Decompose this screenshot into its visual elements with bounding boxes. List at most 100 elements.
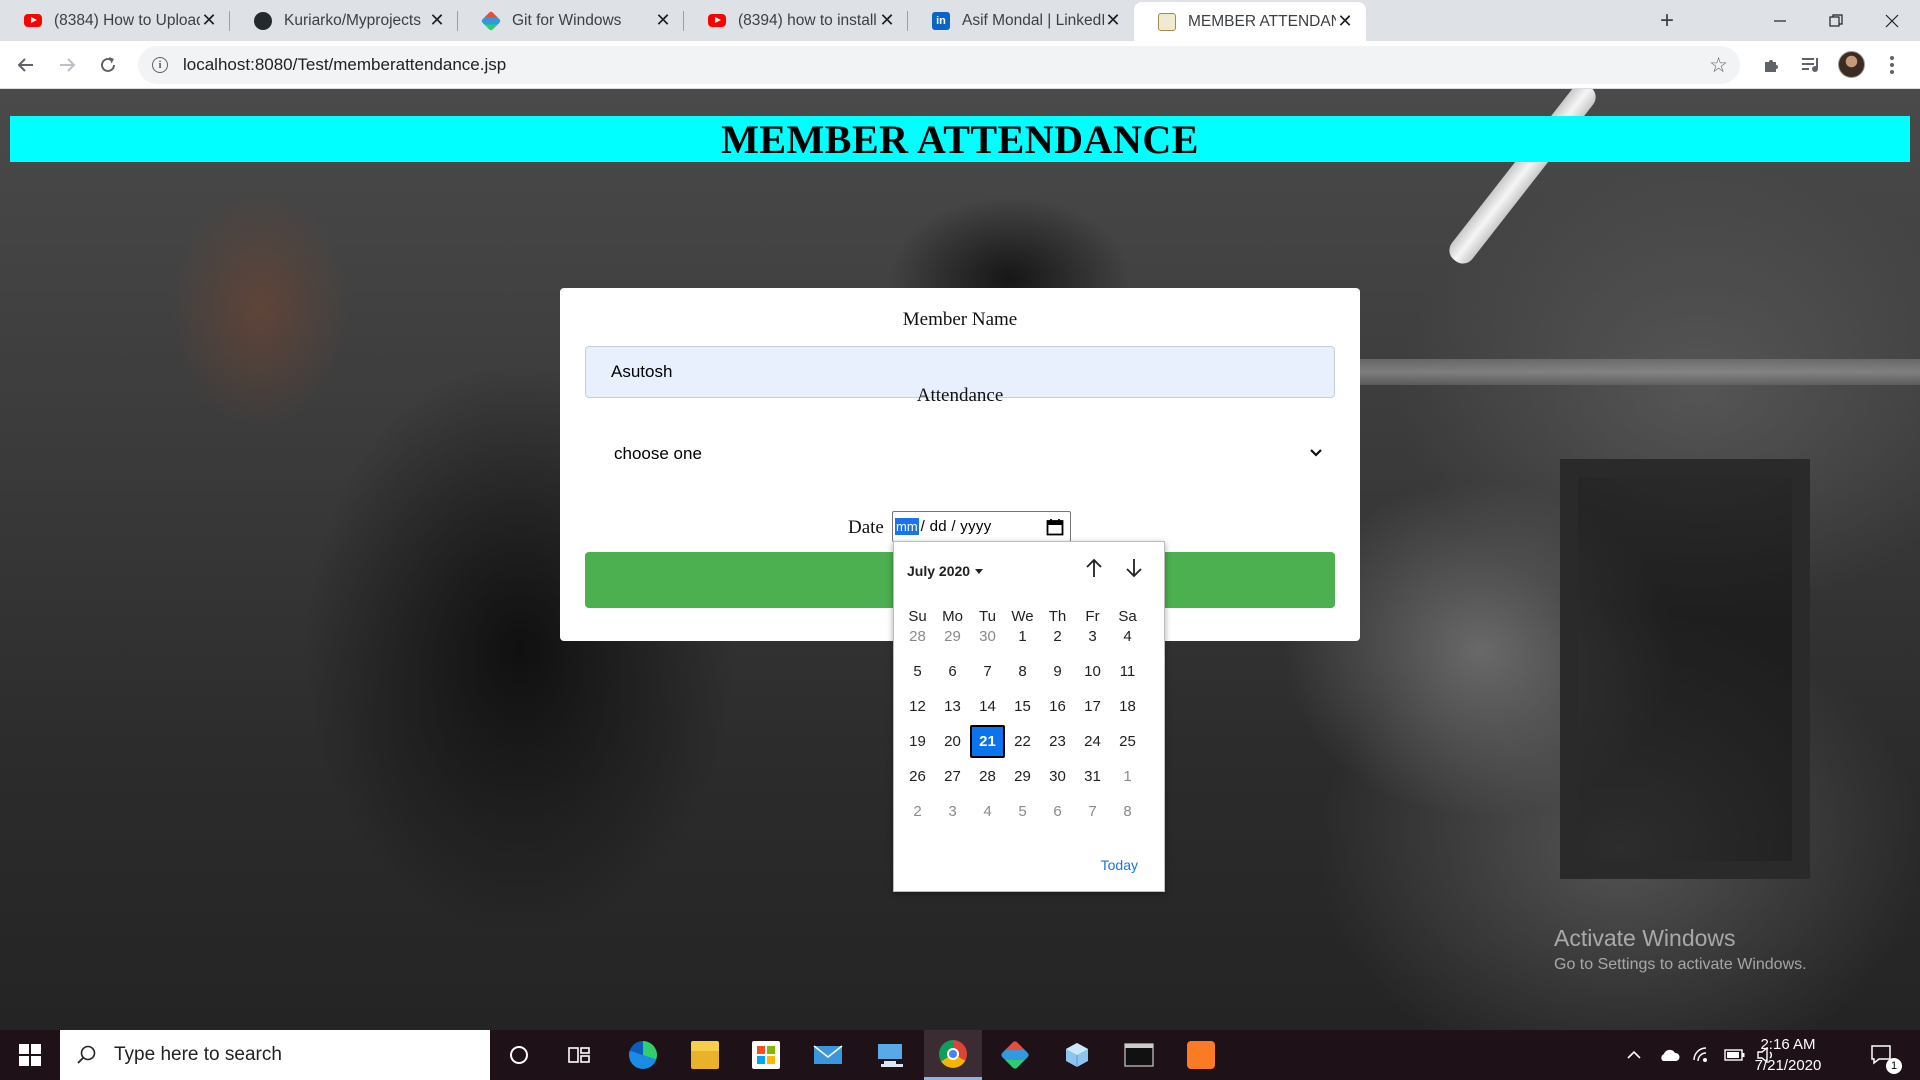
- tab-github[interactable]: Kuriarko/Myprojects ✕: [230, 0, 458, 41]
- close-window-button[interactable]: [1864, 0, 1920, 41]
- close-icon[interactable]: ✕: [428, 10, 446, 30]
- git-taskbar-app[interactable]: [986, 1030, 1044, 1080]
- calendar-day[interactable]: 10: [1075, 655, 1110, 688]
- store-taskbar-app[interactable]: [737, 1030, 795, 1080]
- bookmark-star-icon[interactable]: ☆: [1709, 53, 1728, 78]
- battery-icon[interactable]: [1724, 1048, 1746, 1062]
- calendar-day[interactable]: 20: [935, 725, 970, 758]
- calendar-day[interactable]: 16: [1040, 690, 1075, 723]
- tab-git-for-windows[interactable]: Git for Windows ✕: [458, 0, 684, 41]
- calendar-day[interactable]: 5: [1005, 795, 1040, 828]
- calendar-day[interactable]: 3: [935, 795, 970, 828]
- calendar-day[interactable]: 29: [935, 620, 970, 653]
- new-tab-button[interactable]: +: [1652, 6, 1682, 36]
- calendar-day[interactable]: 6: [935, 655, 970, 688]
- close-icon[interactable]: ✕: [654, 10, 672, 30]
- remote-desktop-taskbar-app[interactable]: [862, 1030, 920, 1080]
- calendar-day[interactable]: 30: [1040, 760, 1075, 793]
- calendar-day[interactable]: 17: [1075, 690, 1110, 723]
- task-view-button[interactable]: [550, 1030, 608, 1080]
- start-button[interactable]: [0, 1030, 60, 1080]
- address-bar[interactable]: i localhost:8080/Test/memberattendance.j…: [138, 46, 1740, 84]
- calendar-day[interactable]: 31: [1075, 760, 1110, 793]
- calendar-day[interactable]: 13: [935, 690, 970, 723]
- 3d-viewer-taskbar-app[interactable]: [1048, 1030, 1106, 1080]
- calendar-day[interactable]: 7: [1075, 795, 1110, 828]
- restore-button[interactable]: [1808, 0, 1864, 41]
- url-text[interactable]: localhost:8080/Test/memberattendance.jsp: [183, 55, 506, 75]
- profile-avatar[interactable]: [1838, 51, 1865, 78]
- file-explorer-taskbar-app[interactable]: [676, 1030, 734, 1080]
- extensions-button[interactable]: [1760, 53, 1784, 77]
- calendar-day[interactable]: 5: [900, 655, 935, 688]
- calendar-day[interactable]: 23: [1040, 725, 1075, 758]
- calendar-day[interactable]: 15: [1005, 690, 1040, 723]
- calendar-day[interactable]: 11: [1110, 655, 1145, 688]
- edge-taskbar-app[interactable]: [614, 1030, 672, 1080]
- calendar-day[interactable]: 28: [900, 620, 935, 653]
- calendar-day[interactable]: 1: [1005, 620, 1040, 653]
- cortana-button[interactable]: [490, 1030, 548, 1080]
- close-icon[interactable]: ✕: [1104, 10, 1122, 30]
- calendar-day[interactable]: 8: [1110, 795, 1145, 828]
- xampp-icon: [1187, 1041, 1215, 1069]
- close-icon[interactable]: ✕: [1336, 11, 1354, 31]
- chrome-taskbar-app[interactable]: [924, 1030, 982, 1080]
- month-year-dropdown[interactable]: July 2020: [907, 563, 984, 579]
- close-icon[interactable]: ✕: [200, 10, 218, 30]
- calendar-day[interactable]: 26: [900, 760, 935, 793]
- calendar-day[interactable]: 3: [1075, 620, 1110, 653]
- chevron-up-icon[interactable]: [1626, 1049, 1642, 1061]
- close-icon[interactable]: ✕: [878, 10, 896, 30]
- calendar-day[interactable]: 8: [1005, 655, 1040, 688]
- calendar-day[interactable]: 24: [1075, 725, 1110, 758]
- calendar-day-selected[interactable]: 21: [970, 725, 1005, 758]
- calendar-day[interactable]: 2: [1040, 620, 1075, 653]
- calendar-day[interactable]: 1: [1110, 760, 1145, 793]
- calendar-day[interactable]: 9: [1040, 655, 1075, 688]
- forward-button[interactable]: [51, 49, 83, 81]
- calendar-day[interactable]: 18: [1110, 690, 1145, 723]
- tab-linkedin[interactable]: in Asif Mondal | LinkedIn ✕: [908, 0, 1134, 41]
- tab-youtube-upload[interactable]: (8384) How to Upload Projec ✕: [0, 0, 230, 41]
- media-controls-button[interactable]: [1799, 53, 1823, 77]
- calendar-day[interactable]: 4: [1110, 620, 1145, 653]
- calendar-day[interactable]: 14: [970, 690, 1005, 723]
- calendar-day[interactable]: 27: [935, 760, 970, 793]
- attendance-select[interactable]: choose one: [585, 433, 1335, 475]
- calendar-day[interactable]: 30: [970, 620, 1005, 653]
- calendar-day[interactable]: 2: [900, 795, 935, 828]
- mail-taskbar-app[interactable]: [799, 1030, 857, 1080]
- back-button[interactable]: [10, 49, 42, 81]
- reload-button[interactable]: [92, 49, 124, 81]
- calendar-day[interactable]: 4: [970, 795, 1005, 828]
- terminal-taskbar-app[interactable]: [1110, 1030, 1168, 1080]
- calendar-day[interactable]: 7: [970, 655, 1005, 688]
- info-icon[interactable]: i: [152, 57, 168, 73]
- date-month-segment[interactable]: mm: [895, 518, 919, 535]
- today-button[interactable]: Today: [1101, 857, 1138, 873]
- wifi-icon[interactable]: [1692, 1046, 1712, 1064]
- calendar-icon[interactable]: [1046, 518, 1064, 536]
- previous-month-arrow-up-icon[interactable]: [1082, 556, 1106, 580]
- action-center-button[interactable]: 1: [1854, 1030, 1910, 1080]
- calendar-day[interactable]: 22: [1005, 725, 1040, 758]
- calendar-day[interactable]: 29: [1005, 760, 1040, 793]
- taskbar-search[interactable]: Type here to search: [60, 1030, 490, 1080]
- restore-icon: [1829, 13, 1843, 27]
- taskbar-clock[interactable]: 2:16 AM 7/21/2020: [1748, 1034, 1828, 1076]
- calendar-day[interactable]: 28: [970, 760, 1005, 793]
- date-rest-segment[interactable]: / dd / yyyy: [921, 518, 992, 535]
- tab-youtube-install-git[interactable]: (8394) how to install git on w ✕: [684, 0, 908, 41]
- xampp-taskbar-app[interactable]: [1172, 1030, 1230, 1080]
- tab-member-attendance[interactable]: MEMBER ATTENDANCE ✕: [1134, 2, 1366, 41]
- next-month-arrow-down-icon[interactable]: [1122, 556, 1146, 580]
- calendar-day[interactable]: 12: [900, 690, 935, 723]
- calendar-day[interactable]: 25: [1110, 725, 1145, 758]
- menu-button[interactable]: [1880, 53, 1904, 77]
- minimize-button[interactable]: [1752, 0, 1808, 41]
- calendar-day[interactable]: 19: [900, 725, 935, 758]
- calendar-day[interactable]: 6: [1040, 795, 1075, 828]
- onedrive-cloud-icon[interactable]: [1658, 1048, 1680, 1062]
- date-input[interactable]: mm / dd / yyyy: [892, 511, 1071, 542]
